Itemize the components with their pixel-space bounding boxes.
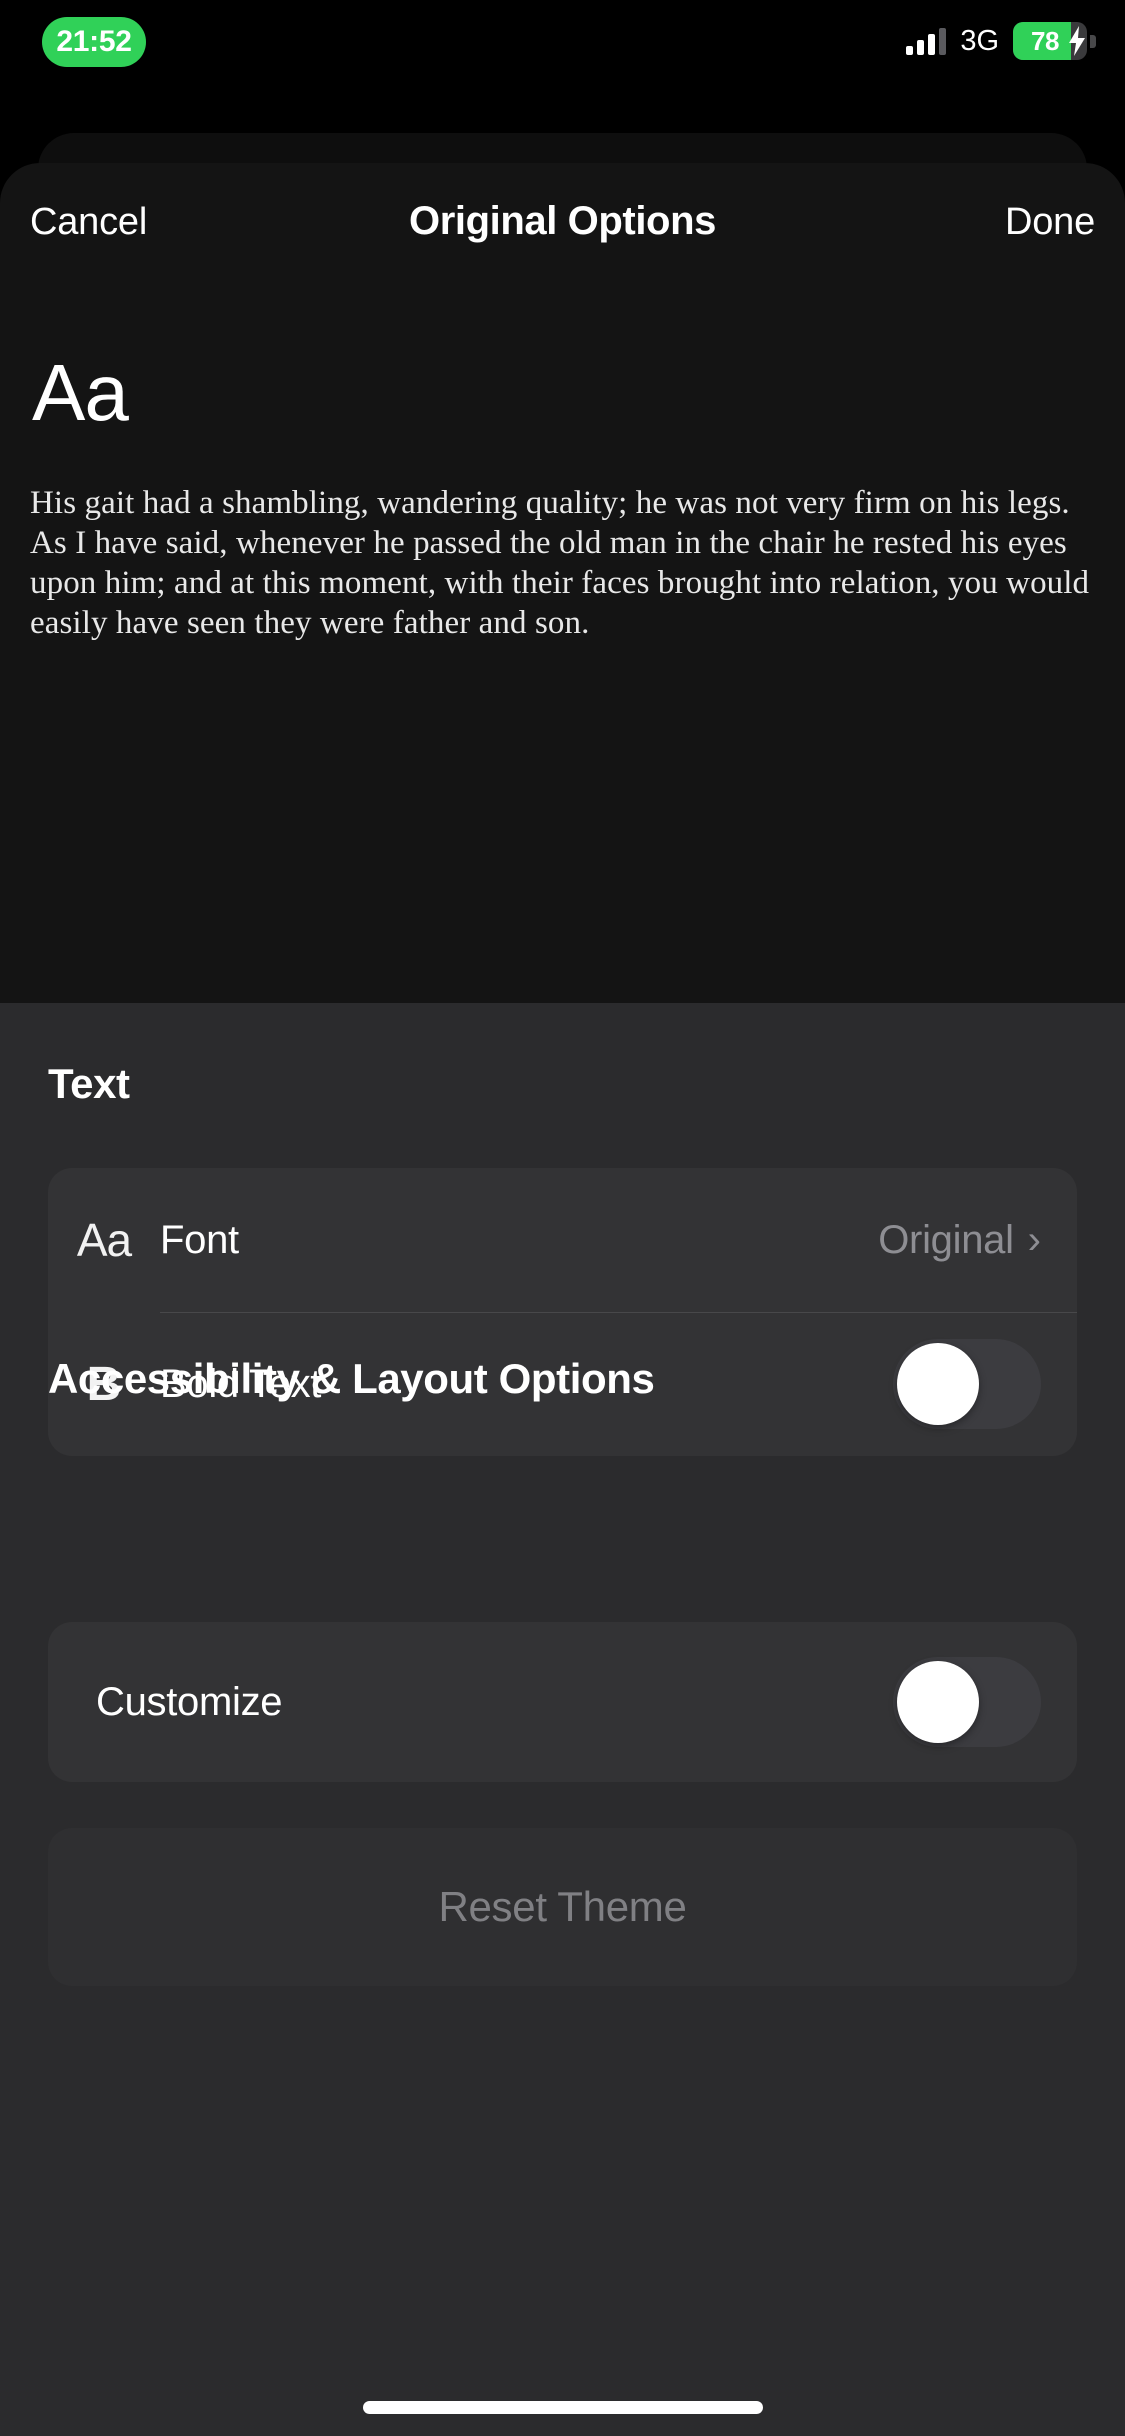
preview-body-text: His gait had a shambling, wandering qual…: [30, 485, 1090, 641]
section-header-accessibility: Accessibility & Layout Options: [48, 1355, 655, 1402]
font-row[interactable]: Aa Font Original ›: [48, 1168, 1077, 1313]
battery-icon: 78: [1013, 22, 1096, 61]
chevron-right-icon: ›: [1027, 1218, 1041, 1262]
network-type-label: 3G: [960, 24, 999, 57]
customize-row[interactable]: Customize: [48, 1622, 1077, 1782]
reset-theme-button[interactable]: Reset Theme: [48, 1828, 1077, 1986]
status-bar-time: 21:52: [56, 25, 132, 58]
sheet-navigation-bar: Cancel Original Options Done: [0, 163, 1125, 278]
customize-toggle[interactable]: [893, 1657, 1041, 1747]
font-row-label: Font: [160, 1217, 239, 1262]
section-header-text: Text: [48, 1060, 130, 1107]
bold-text-toggle[interactable]: [893, 1339, 1041, 1429]
charging-bolt-icon: [1067, 26, 1087, 61]
reset-theme-label: Reset Theme: [438, 1883, 687, 1930]
text-preview-area: Aa His gait had a shambling, wandering q…: [0, 278, 1125, 1003]
font-row-value: Original: [878, 1217, 1014, 1262]
toggle-knob: [897, 1343, 979, 1425]
sheet-title: Original Options: [409, 199, 716, 243]
cellular-signal-icon: [906, 27, 947, 55]
customize-card: Customize: [48, 1622, 1077, 1782]
home-indicator[interactable]: [362, 2401, 763, 2414]
customize-row-accessory: [893, 1622, 1041, 1782]
done-button[interactable]: Done: [1005, 201, 1095, 244]
toggle-knob: [897, 1661, 979, 1743]
aa-icon: Aa: [76, 1214, 132, 1266]
status-bar: 21:52 3G 78: [0, 0, 1125, 100]
font-row-accessory[interactable]: Original ›: [878, 1168, 1041, 1312]
text-settings-card: Aa Font Original › B Bold Text: [48, 1168, 1077, 1456]
customize-row-label: Customize: [96, 1679, 283, 1724]
phone-screen: 21:52 3G 78 Cancel Original Options Done…: [0, 0, 1125, 2436]
status-bar-indicators: 3G 78: [906, 22, 1096, 61]
status-bar-time-pill: 21:52: [42, 17, 146, 67]
preview-sample-glyphs: Aa: [32, 348, 129, 437]
bold-text-row-accessory: [893, 1312, 1041, 1456]
